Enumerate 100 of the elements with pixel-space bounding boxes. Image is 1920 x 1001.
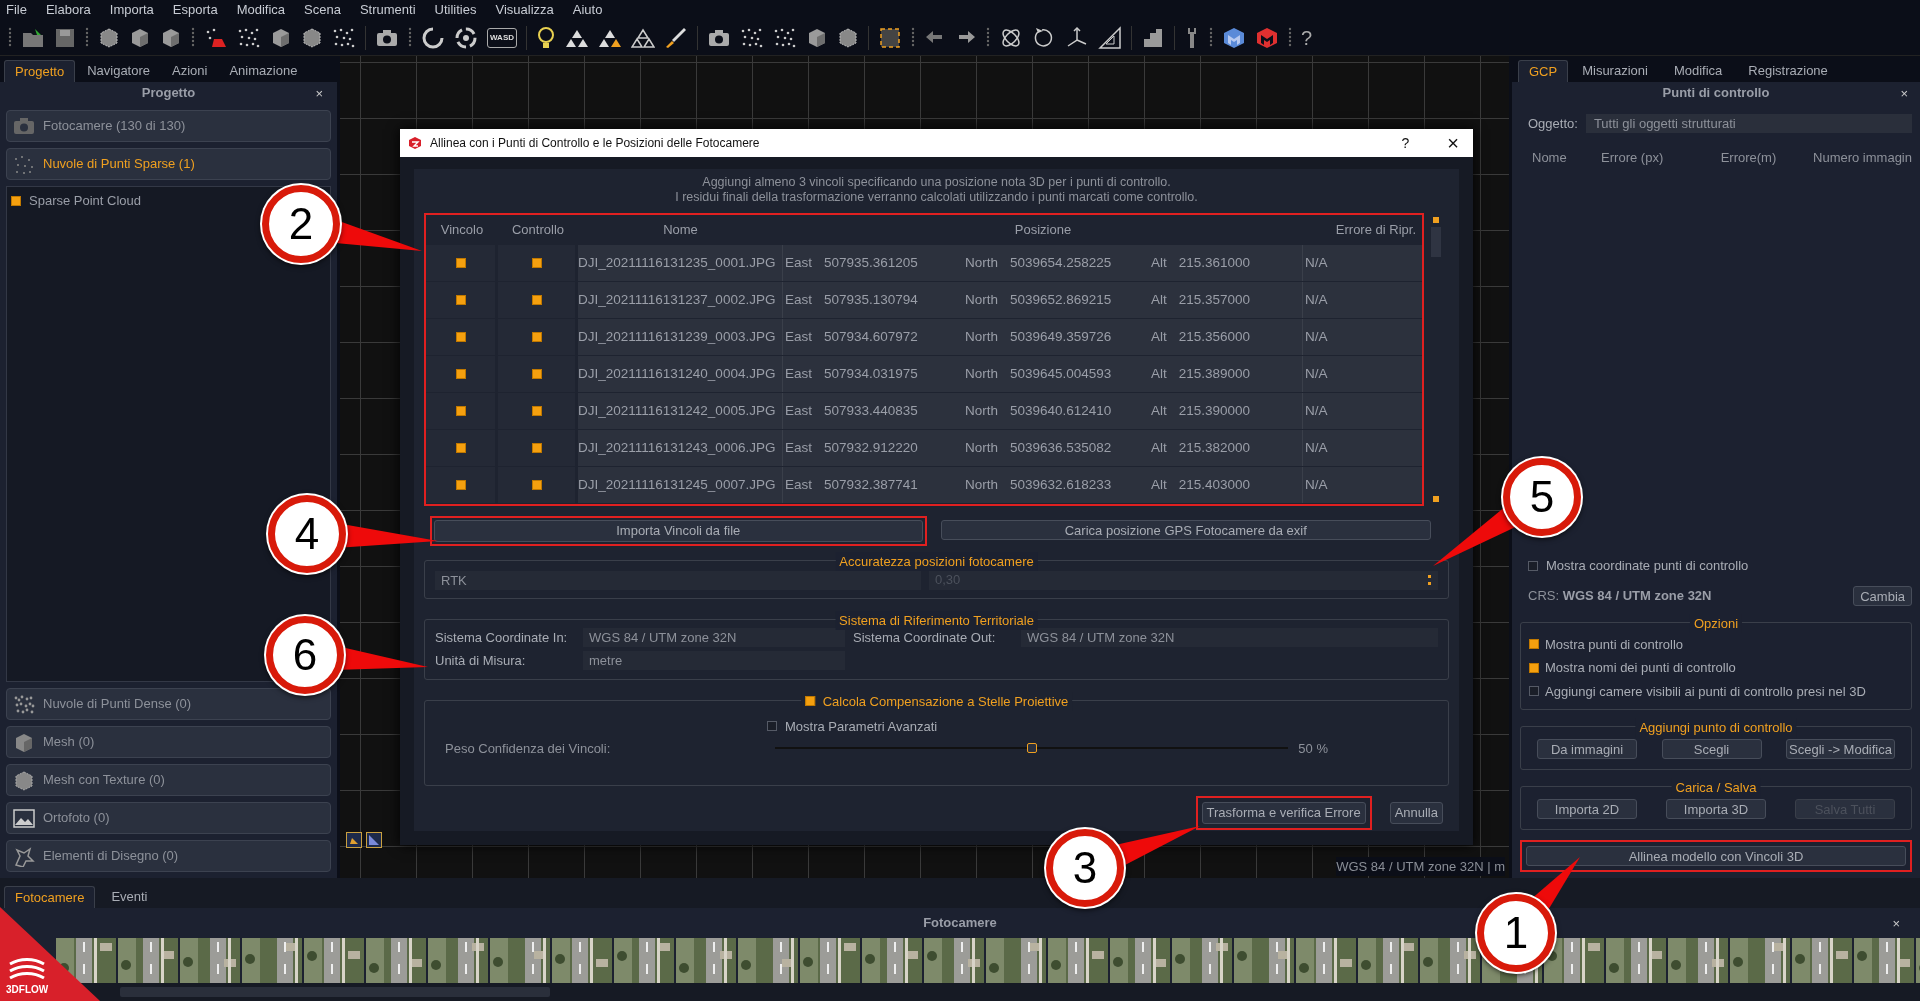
section-button[interactable]: Nuvole di Punti Dense (0) [6,688,331,720]
view-tool-icon[interactable] [366,832,382,848]
action-button[interactable]: Da immagini [1537,739,1637,759]
panel-tab[interactable]: Fotocamere [4,886,96,908]
input-field[interactable]: WGS 84 / UTM zone 32N [1021,627,1438,647]
grid-cube-icon[interactable] [837,26,859,49]
checkbox[interactable] [455,295,466,305]
checkbox[interactable] [531,443,542,453]
checkbox[interactable] [455,480,466,490]
point-cloud-icon[interactable] [740,26,764,49]
menu-item[interactable]: Aiuto [572,0,603,20]
menu-item[interactable]: Importa [109,0,154,20]
frame-icon[interactable] [878,25,902,50]
checkbox[interactable] [531,295,542,305]
grid-cube-icon[interactable] [301,26,323,49]
checkbox[interactable] [11,195,21,206]
folder-icon[interactable] [21,26,45,49]
rotate-icon[interactable] [421,25,445,50]
cube-icon[interactable] [270,26,292,49]
wasd-button[interactable]: WASD [487,27,517,48]
spin-arrows-icon[interactable] [1428,574,1432,586]
cube-logo-icon[interactable] [1222,25,1246,50]
point-cloud-icon[interactable] [332,26,356,49]
triangles-icon[interactable] [631,26,655,49]
menu-item[interactable]: File [6,0,27,20]
section-button[interactable]: Fotocamere (130 di 130) [6,110,331,142]
grid-cube-icon[interactable] [98,26,120,49]
cube-icon[interactable] [806,26,828,49]
close-button[interactable]: × [1900,84,1908,104]
action-button[interactable]: Scegli -> Modifica [1786,739,1895,759]
section-button[interactable]: Nuvole di Punti Sparse (1) [6,148,331,180]
help-button[interactable]: ? [1401,132,1410,154]
section-button[interactable]: Mesh (0) [6,726,331,758]
input-field[interactable]: metre [583,651,845,671]
input-field[interactable]: WGS 84 / UTM zone 32N [583,627,845,647]
checkbox[interactable] [531,258,542,268]
import-button[interactable]: Carica posizione GPS Fotocamere da exif [940,520,1431,540]
close-button[interactable]: × [315,84,323,104]
close-button[interactable]: × [1447,133,1459,153]
checkbox[interactable] [531,332,542,342]
brush-icon[interactable] [664,25,688,50]
action-button[interactable]: Scegli [1661,739,1762,759]
import-button[interactable]: Importa Vincoli da file [434,520,923,542]
section-button[interactable]: Elementi di Disegno (0) [6,840,331,872]
checkbox[interactable] [1528,560,1538,571]
checkbox[interactable] [455,369,466,379]
checkbox[interactable] [767,721,777,732]
panel-tab[interactable]: Animazione [219,60,308,82]
section-button[interactable]: Mesh con Texture (0) [6,764,331,796]
point-cloud-icon[interactable] [773,26,797,49]
checkbox[interactable] [455,258,466,268]
menu-item[interactable]: Strumenti [359,0,416,20]
lightbulb-icon[interactable] [536,25,556,50]
cancel-button[interactable]: Annulla [1389,801,1443,824]
slider-thumb[interactable] [1026,743,1037,754]
panel-tab[interactable]: Azioni [162,60,218,82]
menu-item[interactable]: Utilities [434,0,477,20]
checkbox[interactable] [531,480,542,490]
point-cloud-icon[interactable] [237,26,261,49]
menu-item[interactable]: Elabora [45,0,91,20]
panel-tab[interactable]: Navigatore [77,60,161,82]
menu-item[interactable]: Scena [304,0,341,20]
checkbox[interactable] [455,443,466,453]
panel-tab[interactable]: GCP [1518,60,1569,82]
checkbox[interactable] [531,406,542,416]
help-button[interactable]: ? [1301,27,1313,48]
align-button[interactable]: Allinea modello con Vincoli 3D [1526,846,1906,866]
cube-icon[interactable] [160,26,182,49]
orbit-icon[interactable] [454,25,478,50]
cube-icon[interactable] [129,26,151,49]
object-dropdown[interactable]: Tutti gli oggetti strutturati [1585,114,1912,134]
action-button[interactable]: Importa 3D [1666,799,1766,819]
axis-icon[interactable] [1065,25,1089,50]
menu-item[interactable]: Visualizza [495,0,554,20]
panel-tab[interactable]: Progetto [4,60,76,82]
action-button[interactable]: Importa 2D [1537,799,1637,819]
point-cloud-icon[interactable] [204,26,228,49]
section-button[interactable]: Ortofoto (0) [6,802,331,834]
close-button[interactable]: × [1892,914,1900,934]
save-icon[interactable] [54,26,76,49]
panel-tab[interactable]: Misurazioni [1570,60,1660,82]
checkbox[interactable] [804,696,815,707]
mode-dropdown[interactable]: RTK [435,570,921,590]
tree-item[interactable]: Sparse Point Cloud [29,191,141,211]
checkbox[interactable] [531,369,542,379]
blocks-icon[interactable] [1141,26,1165,49]
panel-tab[interactable]: Eventi [97,886,162,908]
slider-track[interactable] [775,742,1289,755]
change-button[interactable]: Cambia [1853,585,1912,606]
checkbox[interactable] [455,406,466,416]
checkbox[interactable] [1529,639,1539,650]
checkbox[interactable] [1529,686,1539,697]
panel-tab[interactable]: Registrazione [1736,60,1840,82]
checkbox[interactable] [1529,662,1539,673]
menu-item[interactable]: Modifica [236,0,286,20]
checkbox[interactable] [455,332,466,342]
view-tool-icon[interactable] [346,832,362,848]
menu-item[interactable]: Esporta [172,0,218,20]
ruler-icon[interactable] [1098,25,1122,50]
panel-tab[interactable]: Modifica [1661,60,1735,82]
